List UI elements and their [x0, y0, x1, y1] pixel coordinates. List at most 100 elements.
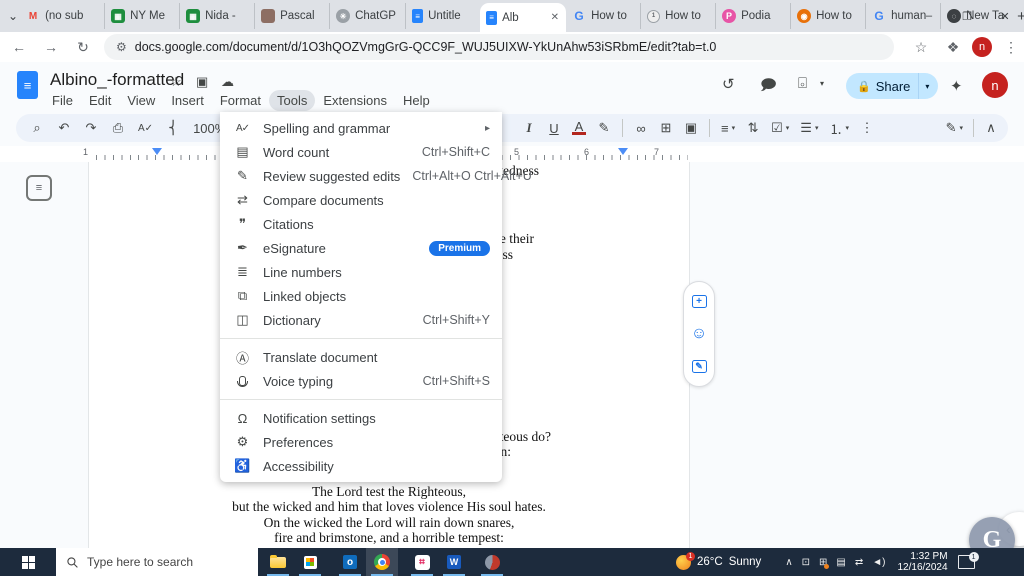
- editing-mode-icon[interactable]: ✎ ▾: [946, 120, 963, 136]
- taskbar-file-explorer[interactable]: [262, 548, 294, 576]
- close-tab-icon[interactable]: ✕: [550, 12, 560, 23]
- start-button[interactable]: [0, 548, 56, 576]
- spellcheck-icon[interactable]: A✓: [138, 123, 153, 134]
- tray-chevron-up-icon[interactable]: ∧: [785, 557, 792, 568]
- taskbar-search-input[interactable]: Type here to search: [56, 548, 258, 576]
- redo-icon[interactable]: ↷: [84, 120, 98, 136]
- taskbar-ms-store[interactable]: [294, 548, 326, 576]
- close-window-button[interactable]: ✕: [986, 0, 1024, 32]
- menu-item-dictionary[interactable]: ◫ Dictionary Ctrl+Shift+Y: [220, 308, 502, 332]
- tab-how-to-1[interactable]: How to: [566, 3, 640, 29]
- italic-icon[interactable]: I: [522, 120, 536, 136]
- menu-view[interactable]: View: [119, 90, 163, 111]
- tab-search-icon[interactable]: ⌄: [8, 3, 18, 29]
- version-history-icon[interactable]: ↺: [722, 75, 735, 93]
- action-center-icon[interactable]: 1: [957, 552, 979, 569]
- menu-item-voice-typing[interactable]: Voice typing Ctrl+Shift+S: [220, 369, 502, 393]
- tab-untitled-doc[interactable]: Untitle: [405, 3, 480, 29]
- line-spacing-icon[interactable]: ⇅: [746, 120, 760, 136]
- menu-item-review-suggested-edits[interactable]: ✎ Review suggested edits Ctrl+Alt+O Ctrl+A…: [220, 164, 532, 188]
- print-icon[interactable]: ⎙: [111, 120, 125, 136]
- taskbar-clock[interactable]: 1:32 PM 12/16/2024: [898, 551, 948, 573]
- tab-podia[interactable]: Podia: [715, 3, 790, 29]
- insert-link-icon[interactable]: ∞: [634, 121, 648, 136]
- maximize-button[interactable]: ❐: [948, 0, 986, 32]
- taskbar-slack[interactable]: ⌗: [406, 548, 438, 576]
- suggest-edits-icon[interactable]: ✎: [691, 360, 707, 374]
- underline-icon[interactable]: U: [547, 121, 561, 136]
- tray-app-icon[interactable]: ⊡: [802, 557, 810, 568]
- menu-item-spelling-and-grammar[interactable]: A✓ Spelling and grammar ▸: [220, 116, 502, 140]
- menu-item-linked-objects[interactable]: ⧉ Linked objects: [220, 284, 502, 308]
- menu-item-accessibility[interactable]: ♿ Accessibility: [220, 454, 502, 478]
- document-tabs-icon[interactable]: ≡: [26, 175, 52, 201]
- tab-pascal[interactable]: Pascal: [254, 3, 329, 29]
- menu-insert[interactable]: Insert: [163, 90, 212, 111]
- share-caret-icon[interactable]: ▾: [919, 82, 935, 91]
- numbered-list-icon[interactable]: ⒈ ▾: [829, 119, 849, 138]
- undo-icon[interactable]: ↶: [57, 120, 71, 136]
- bookmark-star-icon[interactable]: ☆: [908, 34, 934, 60]
- align-icon[interactable]: ≡ ▾: [721, 121, 735, 136]
- chevron-down-icon[interactable]: ▾: [820, 79, 824, 88]
- tab-gmail[interactable]: (no sub: [20, 3, 104, 29]
- paint-format-icon[interactable]: ⎨: [166, 120, 180, 136]
- tab-how-to-2[interactable]: How to: [640, 3, 715, 29]
- add-comment-icon[interactable]: +: [691, 294, 707, 308]
- more-options-icon[interactable]: ⋮: [860, 120, 874, 136]
- tab-chatgpt[interactable]: ChatGP: [329, 3, 405, 29]
- menu-item-esignature[interactable]: ✒ eSignature Premium: [220, 236, 502, 260]
- tray-volume-icon[interactable]: ◄): [872, 557, 885, 568]
- taskbar-word[interactable]: W: [438, 548, 470, 576]
- insert-image-icon[interactable]: ▣: [684, 120, 698, 136]
- move-folder-icon[interactable]: ▣: [196, 74, 208, 90]
- forward-button[interactable]: →: [38, 34, 64, 60]
- menu-edit[interactable]: Edit: [81, 90, 119, 111]
- meet-video-icon[interactable]: ⌻: [798, 75, 807, 92]
- menu-item-compare-documents[interactable]: ⇄ Compare documents: [220, 188, 502, 212]
- taskbar-chrome[interactable]: [366, 548, 398, 576]
- back-button[interactable]: ←: [6, 34, 32, 60]
- highlight-icon[interactable]: ✎: [597, 120, 611, 136]
- menu-extensions[interactable]: Extensions: [315, 90, 395, 111]
- menu-help[interactable]: Help: [395, 90, 438, 111]
- browser-menu-icon[interactable]: ⋮: [998, 34, 1024, 60]
- checklist-icon[interactable]: ☑ ▾: [771, 120, 789, 136]
- search-menus-icon[interactable]: ⌕: [30, 120, 44, 136]
- tab-sheet-ny[interactable]: NY Me: [104, 3, 179, 29]
- site-info-icon[interactable]: ⚙: [116, 40, 127, 54]
- emoji-reaction-icon[interactable]: ☺: [691, 325, 707, 343]
- taskbar-app[interactable]: [476, 548, 508, 576]
- menu-item-preferences[interactable]: ⚙ Preferences: [220, 430, 502, 454]
- menu-item-citations[interactable]: ❞ Citations: [220, 212, 502, 236]
- share-button[interactable]: 🔒 Share ▾: [846, 73, 938, 99]
- bulleted-list-icon[interactable]: ☰ ▾: [800, 120, 818, 136]
- minimize-button[interactable]: –: [910, 0, 948, 32]
- taskbar-weather[interactable]: 1 26°C Sunny: [676, 551, 761, 570]
- document-title[interactable]: Albino_-formatted: [50, 70, 184, 90]
- star-document-icon[interactable]: ☆: [170, 74, 182, 90]
- tray-network-icon[interactable]: ⇄: [855, 557, 863, 568]
- text-color-icon[interactable]: A: [572, 120, 586, 135]
- collapse-toolbar-icon[interactable]: ∧: [984, 120, 998, 136]
- tab-albino-active[interactable]: Alb ✕: [480, 3, 567, 32]
- tray-snip-icon[interactable]: ⊞: [819, 557, 830, 569]
- docs-profile-avatar[interactable]: n: [982, 72, 1008, 98]
- tray-device-icon[interactable]: ▤: [836, 557, 845, 568]
- extensions-icon[interactable]: ❖: [940, 34, 966, 60]
- add-comment-icon[interactable]: ⊞: [659, 120, 673, 136]
- address-bar[interactable]: ⚙ docs.google.com/document/d/1O3hQOZVmgG…: [104, 34, 894, 60]
- browser-profile-avatar[interactable]: n: [972, 37, 992, 57]
- indent-marker-left[interactable]: [152, 148, 162, 155]
- tab-sheet-nida[interactable]: Nida -: [179, 3, 254, 29]
- comments-icon[interactable]: 🗩: [760, 75, 777, 100]
- menu-item-line-numbers[interactable]: ≣ Line numbers: [220, 260, 502, 284]
- menu-item-word-count[interactable]: ▤ Word count Ctrl+Shift+C: [220, 140, 502, 164]
- tab-how-to-3[interactable]: How to: [790, 3, 865, 29]
- taskbar-outlook[interactable]: o: [334, 548, 366, 576]
- indent-marker-right[interactable]: [618, 148, 628, 155]
- menu-format[interactable]: Format: [212, 90, 269, 111]
- menu-tools[interactable]: Tools: [269, 90, 316, 111]
- docs-logo[interactable]: ≡: [17, 71, 38, 99]
- gemini-sparkle-icon[interactable]: ✦: [950, 77, 963, 95]
